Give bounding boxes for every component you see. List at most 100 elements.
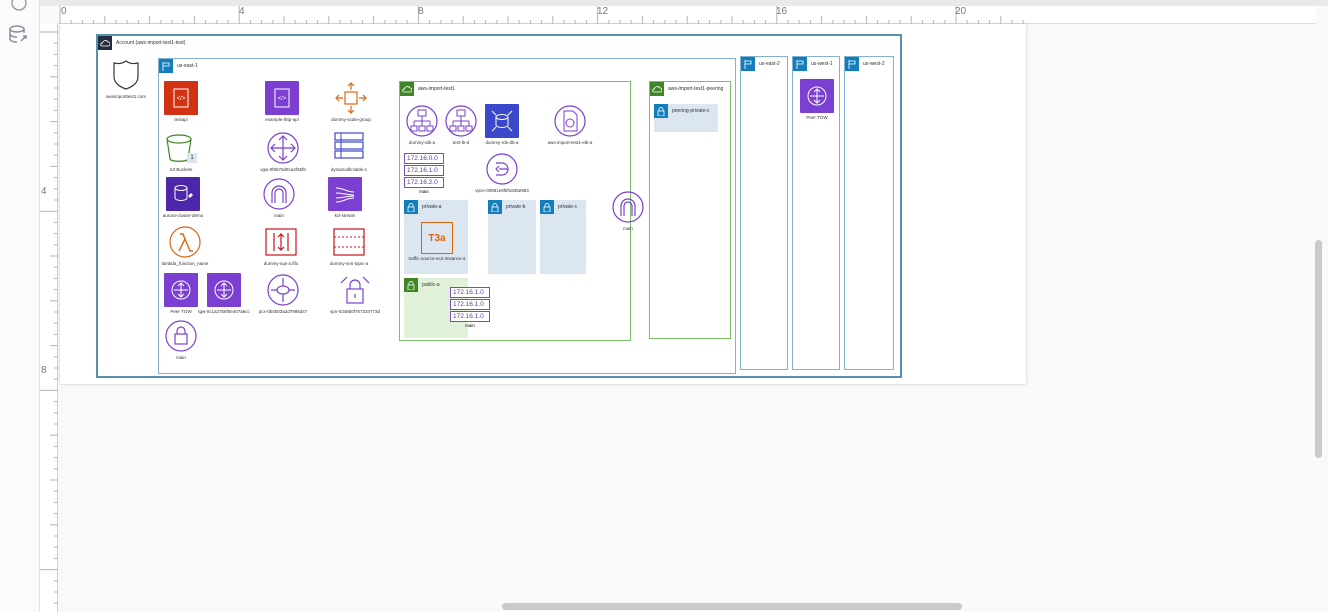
database-link-icon [9, 25, 27, 43]
drawing-canvas[interactable]: Account (aws-import-test1-test) awsimpor… [58, 24, 1316, 612]
aurora-node[interactable]: aurora-cluster-demo [161, 177, 205, 218]
internet-gateway-node[interactable]: main [259, 177, 299, 218]
subnet-header: public-a [404, 278, 440, 292]
kms-node[interactable]: main [161, 319, 201, 360]
load-balancer-icon [445, 105, 477, 137]
classic-lb-icon [554, 105, 586, 137]
region-header: us-east-2 [741, 57, 780, 71]
region-label: us-west-2 [863, 61, 885, 67]
subnet-private-b[interactable]: private-b [488, 200, 536, 274]
node-label: traffic-source-ec2-instance-a [408, 256, 466, 261]
route-table-label: main [465, 323, 475, 328]
elb-node[interactable]: aws-import-test1-elb-a [544, 104, 596, 145]
lock-icon [165, 320, 197, 352]
lambda-node[interactable]: lambda_function_name [161, 225, 209, 266]
node-label: dummy-sqs-a.fifo [263, 261, 299, 266]
cidr-chip: 172.16.0.0 [404, 153, 444, 164]
ruler-extension [1026, 6, 1316, 24]
route-table-label: main [419, 189, 429, 194]
padlock-icon [404, 278, 418, 292]
region-us-west-2[interactable]: us-west-2 [844, 56, 894, 370]
region-us-west-1[interactable]: us-west-1 Peer TGW [792, 56, 840, 370]
ruler-ticks [59, 6, 1024, 24]
sqs-node[interactable]: dummy-sqs-a.fifo [259, 225, 303, 266]
vpc-endpoint-node[interactable]: vpce-00691e6f8f1835e993 [475, 152, 529, 193]
cidr-chip: 172.16.1.0 [404, 165, 444, 176]
transit-gateway-node[interactable]: Peer TGW [797, 79, 837, 120]
subnet-label: peering-private-c [672, 108, 710, 114]
ec2-instance-node[interactable]: T3a traffic-source-ec2-instance-a [406, 222, 468, 261]
chip-label: T3a [428, 232, 446, 244]
rds-node[interactable]: dummy-rds-db-a [480, 104, 524, 145]
vpn-gateway-node[interactable]: vgw-0f9b76d9ca4f36f8 [259, 131, 307, 172]
padlock-icon [488, 200, 502, 214]
autoscaling-node[interactable]: dummy-scale-group [325, 81, 377, 122]
ruler-ticks [40, 31, 58, 604]
horizontal-scrollbar[interactable] [502, 603, 962, 610]
transit-gateway-node[interactable]: Peer TGW [161, 273, 201, 314]
kinesis-node[interactable]: kcl-stream [325, 177, 365, 218]
padlock-icon [404, 200, 418, 214]
node-label: Peer TGW [806, 115, 828, 120]
node-label: dummy-rds-db-a [485, 140, 519, 145]
kinesis-icon [328, 177, 362, 211]
account-group[interactable]: Account (aws-import-test1-test) awsimpor… [96, 34, 902, 378]
subnet-peering-private-c[interactable]: peering-private-c [654, 104, 718, 132]
sns-node[interactable]: dummy-sns-topic-a [325, 225, 373, 266]
region-us-east-1[interactable]: us-east-1 </> testapi 1 S3 Buckets auror… [158, 58, 736, 374]
dynamodb-node[interactable]: dynamodb-table-1 [325, 131, 373, 172]
http-api-node[interactable]: </> example-http-api [259, 81, 305, 122]
cloud-icon [98, 36, 112, 50]
alb-node[interactable]: test-lb-d [442, 104, 480, 145]
subnet-private-c[interactable]: private-c [540, 200, 586, 274]
alb-node[interactable]: dummy-alb-a [402, 104, 442, 145]
vpc-header: aws-import-test1-peering [650, 82, 723, 96]
ruler-label: 12 [597, 6, 609, 17]
peering-connection-node[interactable]: pcx-0b4503a2d7985d47 [259, 273, 307, 314]
cidr-chip: 172.16.1.0 [450, 311, 490, 322]
s3-node[interactable]: 1 S3 Buckets [161, 131, 201, 172]
left-toolbar [0, 0, 40, 612]
cidr-chip: 172.16.1.0 [450, 287, 490, 298]
route53-node[interactable]: awsimporttest1.com [102, 58, 150, 99]
node-label: example-http-api [265, 117, 299, 122]
router-node[interactable]: main [608, 190, 648, 231]
region-header: us-west-1 [793, 57, 833, 71]
vpc-aws-import-test1[interactable]: aws-import-test1 dummy-alb-a test-lb-d d… [399, 81, 644, 341]
database-link-tool[interactable] [5, 22, 33, 48]
api-gateway-node[interactable]: </> testapi [161, 81, 201, 122]
subnet-header: private-a [404, 200, 441, 214]
help-tool[interactable] [5, 0, 33, 16]
api-gateway-icon: </> [164, 81, 198, 115]
vpc-aws-import-test1-peering[interactable]: aws-import-test1-peering peering-private… [649, 81, 731, 339]
endpoint-icon [486, 153, 518, 185]
region-us-east-2[interactable]: us-east-2 [740, 56, 788, 370]
node-label: kcl-stream [334, 213, 356, 218]
flag-icon [159, 59, 173, 73]
vpn-connection-node[interactable]: vpn-0348b0f767334773d [325, 273, 385, 314]
node-label: main [176, 355, 186, 360]
node-label: vpce-00691e6f8f1835e993 [475, 188, 529, 193]
node-label: testapi [174, 117, 188, 122]
node-label: Peer TGW [170, 309, 192, 314]
ruler-label: 4 [41, 186, 47, 197]
internet-gateway-icon [263, 178, 295, 210]
vertical-scrollbar[interactable] [1315, 240, 1322, 458]
subnet-private-a[interactable]: private-a T3a traffic-source-ec2-instanc… [404, 200, 468, 274]
help-icon [11, 0, 27, 11]
node-label: vpn-0348b0f767334773d [329, 309, 381, 314]
topic-icon [333, 228, 365, 256]
route-table-main[interactable]: 172.16.0.0 172.16.1.0 172.16.2.0 main [404, 152, 444, 194]
padlock-icon [654, 104, 668, 118]
chip-icon: T3a [421, 222, 453, 254]
transit-gateway-node[interactable]: tgw-0c1a27b8f0e407a6cc [198, 273, 250, 314]
node-label: pcx-0b4503a2d7985d47 [258, 309, 308, 314]
subnet-label: public-a [422, 282, 440, 288]
flag-icon [741, 57, 755, 71]
route-table-public[interactable]: 172.16.1.0 172.16.1.0 172.16.1.0 main [450, 286, 490, 328]
node-label: test-lb-d [452, 140, 470, 145]
vpn-gateway-icon [267, 132, 299, 164]
subnet-public-a[interactable]: public-a 172.16.1.0 172.16.1.0 172.16.1.… [404, 278, 490, 338]
cidr-chip: 172.16.1.0 [450, 299, 490, 310]
horizontal-ruler: 0 4 8 12 16 20 [58, 6, 1026, 24]
